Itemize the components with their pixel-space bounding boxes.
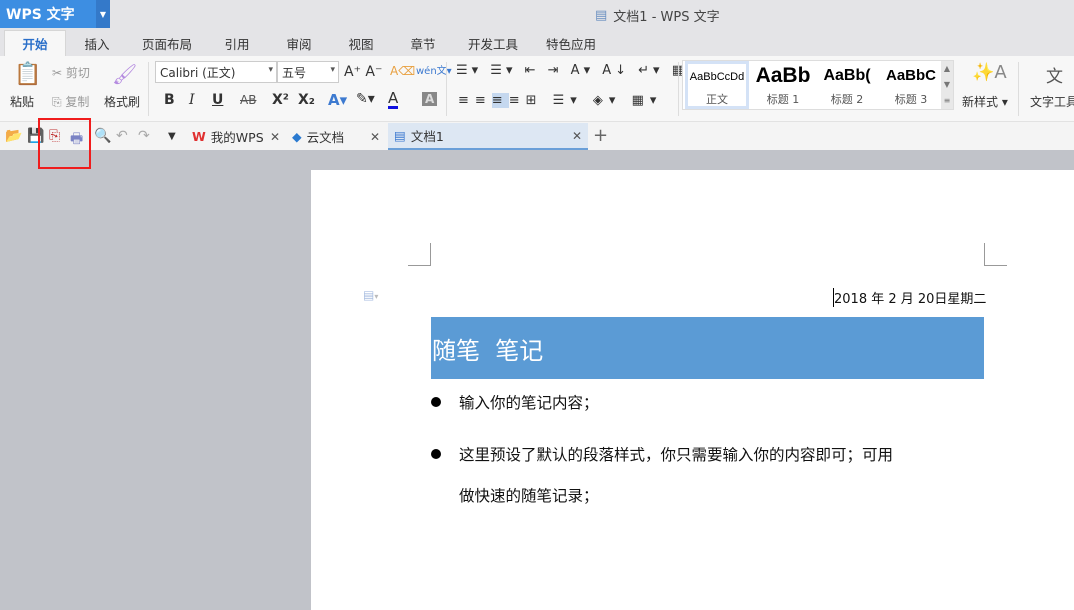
paste-button[interactable]: 粘贴	[10, 93, 34, 110]
subscript-button[interactable]: X₂	[298, 92, 315, 108]
tab-page-layout[interactable]: 页面布局	[128, 30, 206, 56]
font-size-select[interactable]: 五号	[277, 61, 339, 83]
close-icon[interactable]: ✕	[270, 130, 280, 144]
clear-format-icon[interactable]: A⌫	[390, 64, 415, 78]
wps-logo-icon: W	[192, 129, 206, 144]
bullet-text: 输入你的笔记内容；	[459, 394, 599, 412]
font-select[interactable]: Calibri (正文)	[155, 61, 277, 83]
highlight-box	[38, 118, 91, 169]
margin-corner	[408, 243, 431, 266]
window-title-text: 文档1 - WPS 文字	[613, 10, 720, 25]
text-tools-button[interactable]: 文字工具	[1030, 93, 1074, 110]
underline-button[interactable]: U	[212, 92, 223, 108]
tab-my-wps[interactable]: W 我的WPS ✕	[186, 123, 286, 150]
style-sample: AaBb(	[823, 67, 871, 84]
copy-label: 复制	[65, 95, 90, 109]
copy-button[interactable]: ⎘ 复制	[52, 93, 89, 110]
cube-icon: ◆	[292, 129, 302, 144]
tab-features[interactable]: 特色应用	[532, 30, 610, 56]
heading-title[interactable]: 随笔 笔记	[431, 317, 984, 379]
style-normal[interactable]: AaBbCcDd 正文	[685, 61, 749, 109]
open-icon[interactable]: 📂	[5, 128, 22, 144]
document-page[interactable]	[311, 170, 1074, 610]
divider	[148, 62, 149, 116]
align-icons[interactable]: ≡≡≡≡⊞ ☰▾ ◈▾ ▦▾	[458, 93, 662, 108]
style-heading-1[interactable]: AaBb 标题 1	[751, 61, 815, 109]
bullet-icon	[431, 397, 441, 407]
tab-home[interactable]: 开始	[4, 30, 66, 56]
brush-icon: 🖌	[112, 62, 138, 86]
new-style-icon: ✨A	[972, 62, 1007, 83]
font-color-icon[interactable]: A	[388, 91, 399, 109]
menu-tabs: 开始 插入 页面布局 引用 审阅 视图 章节 开发工具 特色应用	[0, 30, 1074, 56]
format-painter-button[interactable]: 格式刷	[104, 93, 140, 110]
italic-button[interactable]: I	[189, 92, 195, 108]
style-sample: AaBb	[755, 64, 811, 87]
tab-view[interactable]: 视图	[330, 30, 392, 56]
tab-insert[interactable]: 插入	[66, 30, 128, 56]
tab-cloud-docs[interactable]: ◆ 云文档 ✕	[286, 123, 386, 150]
scissors-icon: ✂	[52, 66, 66, 80]
style-name: 标题 3	[894, 93, 928, 106]
style-name: 标题 2	[830, 93, 864, 106]
document-icon: ▤	[394, 128, 406, 143]
app-menu-button[interactable]: WPS 文字 ▼	[0, 0, 110, 28]
style-sample: AaBbC	[885, 67, 936, 84]
divider	[446, 62, 447, 116]
gallery-scroll[interactable]: ▲ ▼ ≡	[941, 61, 953, 109]
ribbon: 📋 粘贴 ✂ 剪切 ⎘ 复制 🖌 格式刷 Calibri (正文) 五号 A⁺ …	[0, 56, 1074, 122]
window-title: ▤ 文档1 - WPS 文字	[595, 6, 720, 25]
new-tab-icon[interactable]: +	[593, 125, 608, 146]
date-text[interactable]: 2018 年 2 月 20日星期二	[833, 288, 986, 307]
margin-corner	[984, 243, 1007, 266]
close-icon[interactable]: ✕	[370, 130, 380, 144]
print-preview-icon[interactable]: 🔍	[94, 128, 111, 144]
style-name: 正文	[706, 93, 728, 106]
tab-label: 我的WPS	[210, 130, 264, 145]
bullet-icon	[431, 449, 441, 459]
style-gallery: AaBbCcDd 正文 AaBb 标题 1 AaBb(标题 2 AaBbC 标题 3 …	[682, 60, 954, 110]
document-icon: ▤	[595, 8, 608, 23]
text-effect-icon[interactable]: A▾	[328, 91, 347, 109]
chevron-down-icon[interactable]: ▼	[96, 0, 110, 28]
style-heading-3[interactable]: AaBbC 标题 3	[879, 61, 943, 109]
bullet-text: 这里预设了默认的段落样式，你只需要输入你的内容即可；可用	[459, 446, 894, 464]
superscript-button[interactable]: X²	[272, 92, 289, 108]
bullet-text: 做快速的随笔记录；	[459, 487, 599, 505]
char-shading-icon[interactable]: A	[422, 92, 438, 106]
copy-icon: ⎘	[52, 95, 66, 109]
grow-font-icon[interactable]: A⁺ A⁻	[344, 64, 382, 80]
style-name: 标题 1	[766, 93, 800, 106]
strikethrough-button[interactable]: AB	[240, 93, 256, 107]
paragraph-tools-icon[interactable]: ☰▾ ☰▾ ⇤ ⇥ A▾ A↓ ↵▾ ▦	[456, 63, 688, 78]
tab-references[interactable]: 引用	[206, 30, 268, 56]
close-icon[interactable]: ✕	[572, 129, 582, 143]
cut-button[interactable]: ✂ 剪切	[52, 64, 90, 81]
redo-icon[interactable]: ↷	[138, 128, 150, 144]
highlight-icon[interactable]: ✎▾	[356, 91, 375, 107]
divider	[1018, 62, 1019, 116]
tab-section[interactable]: 章节	[392, 30, 454, 56]
new-style-label: 新样式	[962, 95, 999, 109]
undo-icon[interactable]: ↶	[116, 128, 128, 144]
tab-document-1[interactable]: ▤ 文档1 ✕	[388, 123, 588, 150]
bold-button[interactable]: B	[164, 92, 175, 108]
title-bar	[0, 0, 1074, 30]
paste-icon[interactable]: 📋	[14, 62, 41, 87]
text-tools-icon: 文	[1046, 67, 1063, 87]
paragraph-layout-icon[interactable]: ▤▾	[363, 288, 378, 302]
tab-developer[interactable]: 开发工具	[454, 30, 532, 56]
tab-label: 文档1	[410, 129, 444, 144]
cut-label: 剪切	[65, 66, 90, 80]
divider	[678, 62, 679, 116]
style-heading-2[interactable]: AaBb( 标题 2	[815, 61, 879, 109]
new-style-button[interactable]: 新样式 ▾	[962, 93, 1008, 110]
customize-dropdown-icon[interactable]: ▼	[168, 131, 176, 142]
style-sample: AaBbCcDd	[689, 71, 745, 83]
app-name: WPS 文字	[6, 7, 75, 23]
tab-review[interactable]: 审阅	[268, 30, 330, 56]
tab-label: 云文档	[306, 130, 345, 145]
